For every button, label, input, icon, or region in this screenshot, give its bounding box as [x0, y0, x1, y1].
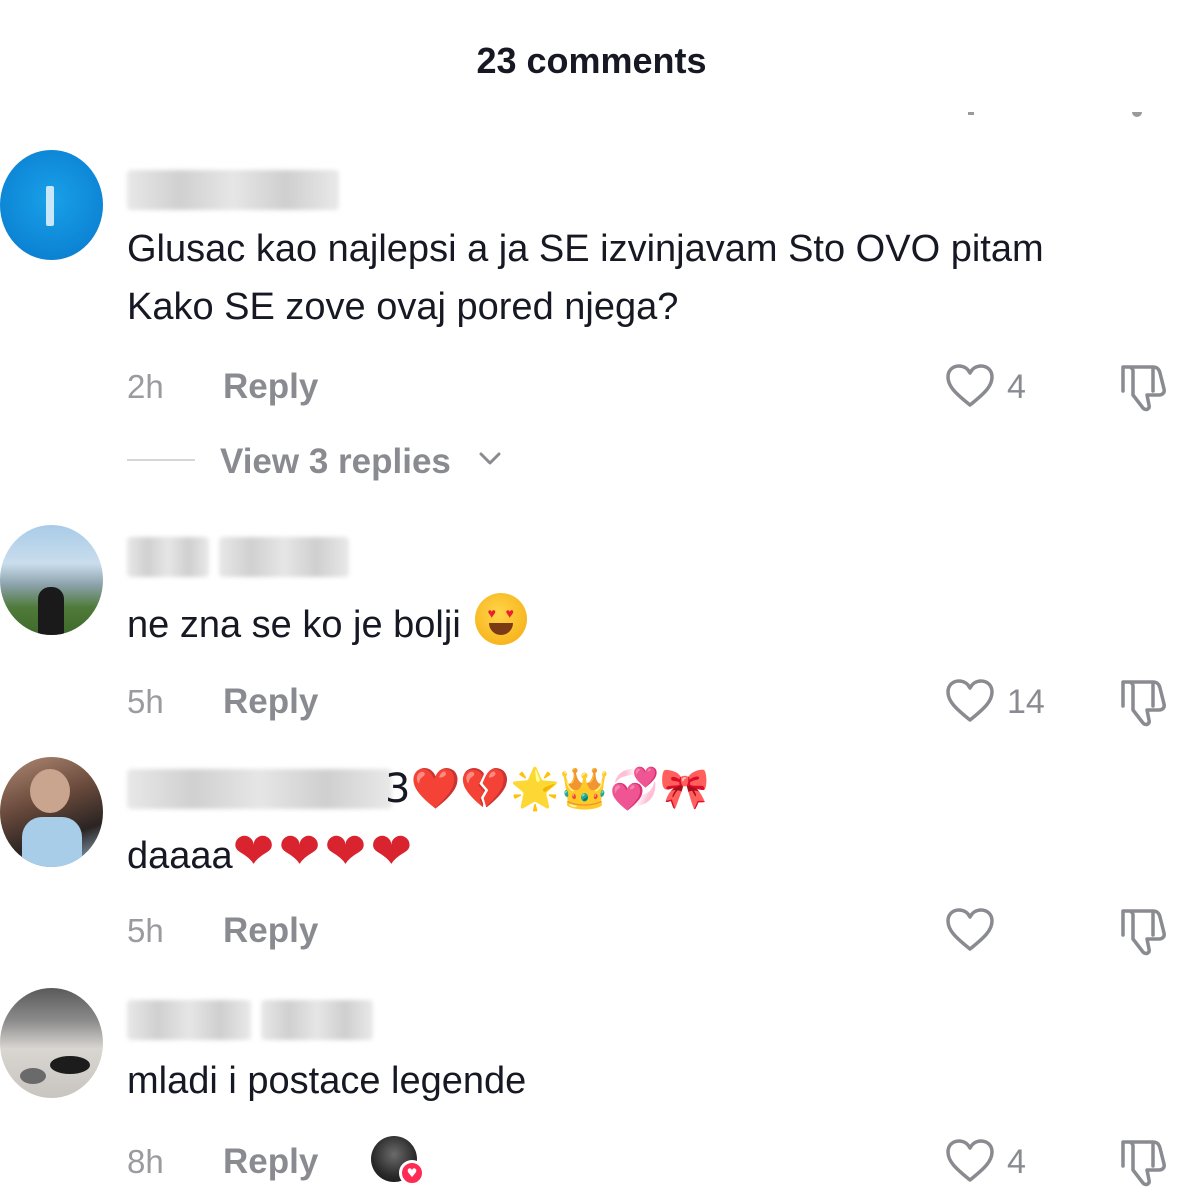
like-count: 14	[1007, 683, 1045, 721]
comment-text: daaaa❤❤❤❤	[127, 822, 1127, 885]
heart-outline-icon[interactable]	[945, 907, 995, 953]
username-blurred[interactable]	[127, 1000, 373, 1040]
reply-button[interactable]: Reply	[223, 680, 318, 724]
avatar[interactable]	[0, 150, 103, 260]
avatar[interactable]	[0, 757, 103, 867]
creator-heart-icon: ♥	[399, 1160, 425, 1186]
comment-text: mladi i postace legende	[127, 1060, 527, 1102]
username-blurred[interactable]	[127, 170, 339, 210]
comment-time: 2h	[127, 368, 164, 405]
comment-text: ne zna se ko je bolji ♥ ♥	[127, 593, 1127, 654]
comment-text: Glusac kao najlepsi a ja SE izvinjavam S…	[127, 228, 1044, 328]
comment-time: 5h	[127, 683, 164, 720]
comment-time: 5h	[127, 912, 164, 949]
view-replies-row[interactable]: View 3 replies	[127, 440, 627, 484]
reply-button[interactable]: Reply	[223, 365, 318, 409]
thumbs-down-outline-icon[interactable]	[1117, 905, 1171, 957]
heart-outline-icon[interactable]	[945, 678, 995, 724]
avatar[interactable]	[0, 988, 103, 1098]
comments-header: 23 comments	[0, 0, 1183, 120]
thumbs-down-outline-icon[interactable]	[1117, 361, 1171, 413]
comment-meta: 5h Reply	[127, 907, 1177, 956]
reply-button[interactable]: Reply	[223, 1140, 318, 1184]
comment-time: 8h	[127, 1143, 164, 1180]
creator-liked-badge: ♥	[371, 1136, 425, 1186]
comment-meta: 8h Reply ♥ 4	[127, 1136, 1177, 1187]
comment-text-content: ne zna se ko je bolji	[127, 604, 461, 646]
like-count: 4	[1007, 368, 1026, 406]
thumbs-down-outline-icon[interactable]	[1117, 1136, 1171, 1188]
scroll-marks	[966, 112, 1146, 122]
username-blurred[interactable]: 3❤️💔🌟👑💞🎀	[127, 766, 709, 812]
comment-text-content: daaaa	[127, 835, 233, 877]
username-blurred[interactable]	[127, 537, 349, 577]
red-hearts-emoji: ❤❤❤❤	[232, 822, 417, 880]
avatar[interactable]	[0, 525, 103, 635]
comment-meta: 5h Reply 14	[127, 678, 1177, 727]
heart-outline-icon[interactable]	[945, 1138, 995, 1184]
replies-divider	[127, 459, 195, 461]
thumbs-down-outline-icon[interactable]	[1117, 676, 1171, 728]
heart-eyes-emoji-icon: ♥ ♥	[474, 593, 527, 645]
comments-count-title: 23 comments	[476, 40, 707, 81]
chevron-down-icon[interactable]	[479, 452, 501, 466]
username-emoji: 3❤️💔🌟👑💞🎀	[385, 766, 710, 812]
view-replies-button[interactable]: View 3 replies	[220, 440, 451, 484]
comment-meta: 2h Reply 4	[127, 363, 1177, 412]
heart-outline-icon[interactable]	[945, 363, 995, 409]
reply-button[interactable]: Reply	[223, 909, 318, 953]
like-count: 4	[1007, 1143, 1026, 1181]
